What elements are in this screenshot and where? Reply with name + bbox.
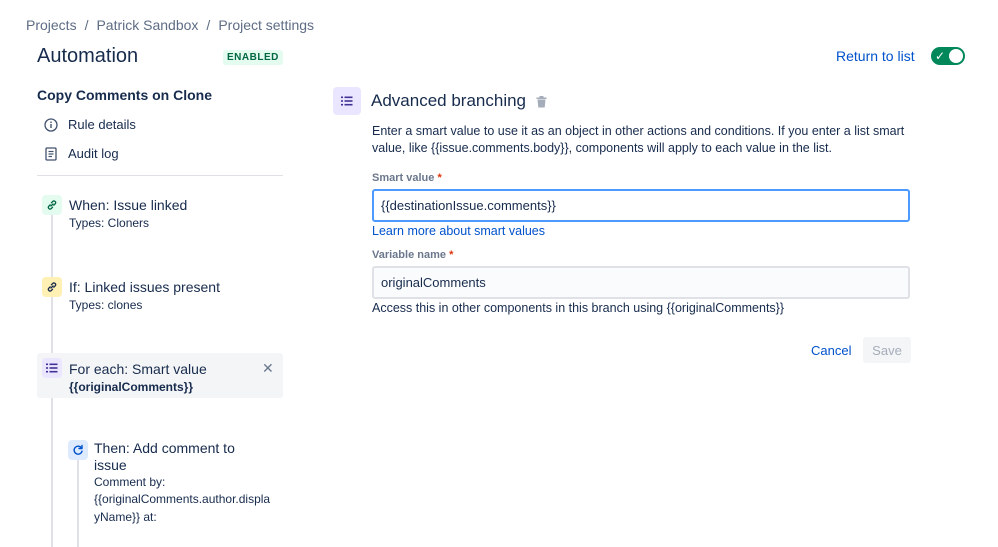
nav-label: Rule details [68,117,136,132]
breadcrumb-patrick-sandbox[interactable]: Patrick Sandbox [96,17,198,33]
save-button[interactable]: Save [863,337,911,363]
document-icon [44,146,58,161]
breadcrumb: Projects / Patrick Sandbox / Project set… [26,17,314,33]
close-icon[interactable]: ✕ [262,360,274,377]
nav-label: Audit log [68,146,119,161]
nav-rule-details[interactable]: Rule details [44,117,136,132]
variable-name-input[interactable] [372,266,910,299]
link-icon [42,277,62,297]
component-subtitle: Types: clones [69,298,143,312]
component-title: issue [94,457,127,473]
component-title: For each: Smart value [69,361,207,377]
sidebar-divider [37,175,283,176]
rule-enabled-toggle[interactable]: ✓ [931,47,965,65]
timeline-branch-line [77,460,79,547]
page-title: Automation [37,45,139,67]
panel-title: Advanced branching [371,91,527,110]
breadcrumb-project-settings[interactable]: Project settings [218,17,314,33]
refresh-icon [68,440,88,460]
required-mark: * [449,249,454,261]
return-to-list-link[interactable]: Return to list [836,48,915,64]
trash-icon[interactable] [536,95,547,113]
info-icon [44,117,58,132]
list-icon [42,358,62,378]
learn-more-link[interactable]: Learn more about smart values [372,224,545,238]
variable-name-label: Variable name * [372,249,454,261]
component-title: Then: Add comment to [94,440,235,456]
breadcrumb-projects[interactable]: Projects [26,17,77,33]
list-icon [333,87,361,115]
component-subtitle: Comment by: [94,475,166,489]
component-subtitle: yName}} at: [94,510,157,524]
cancel-button[interactable]: Cancel [803,337,859,363]
variable-help-text: Access this in other components in this … [372,301,785,315]
rule-name: Copy Comments on Clone [37,87,213,103]
smart-value-label: Smart value * [372,172,442,184]
panel-description: Enter a smart value to use it as an obje… [372,124,905,155]
breadcrumb-separator: / [206,17,211,33]
required-mark: * [437,172,442,184]
component-subtitle: {{originalComments}} [69,380,194,394]
toggle-knob [949,49,963,63]
breadcrumb-separator: / [84,17,89,33]
smart-value-input[interactable] [372,189,910,222]
component-subtitle: Types: Cloners [69,216,150,230]
component-title: If: Linked issues present [69,279,220,295]
component-title: When: Issue linked [69,197,188,213]
link-icon [42,195,62,215]
check-icon: ✓ [935,49,946,63]
status-badge: ENABLED [223,50,283,65]
nav-audit-log[interactable]: Audit log [44,146,119,161]
component-subtitle: {{originalComments.author.displa [94,492,271,506]
